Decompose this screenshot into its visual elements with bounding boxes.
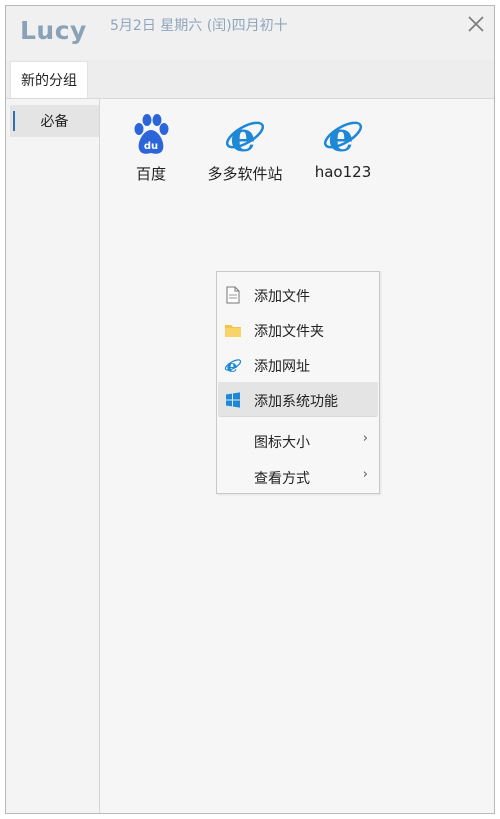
menu-item-label: 图标大小 (254, 435, 310, 451)
selection-indicator (13, 111, 15, 131)
ie-icon: e (223, 113, 267, 157)
folder-icon (224, 321, 242, 339)
close-button[interactable] (464, 12, 488, 36)
svg-text:e: e (227, 357, 238, 374)
menu-item-label: 查看方式 (254, 471, 310, 487)
shortcut-baidu[interactable]: du 百度 (106, 113, 196, 193)
group-tab-strip: 新的分组 (6, 60, 494, 99)
close-icon (468, 16, 484, 32)
svg-text:e: e (230, 114, 255, 157)
sidebar-item-label: 必备 (40, 114, 69, 130)
shortcut-hao123[interactable]: e hao123 (298, 113, 388, 193)
sidebar: 必备 (6, 99, 100, 813)
menu-item-label: 添加网址 (254, 359, 310, 375)
baidu-icon: du (129, 113, 173, 157)
windows-icon (224, 391, 242, 409)
shortcut-label: hao123 (314, 163, 372, 181)
menu-item-add-file[interactable]: 添加文件 (218, 277, 378, 311)
tab-new-group[interactable]: 新的分组 (10, 61, 88, 98)
shortcut-duoduo[interactable]: e 多多软件站 (200, 113, 290, 193)
sidebar-item-essentials[interactable]: 必备 (10, 105, 99, 137)
app-title: Lucy (20, 16, 87, 45)
chevron-right-icon: › (362, 467, 368, 482)
menu-item-label: 添加文件夹 (254, 324, 324, 340)
menu-item-icon-size[interactable]: 图标大小 › (218, 423, 378, 457)
menu-item-label: 添加系统功能 (254, 394, 338, 410)
svg-text:e: e (328, 114, 353, 157)
date-label: 5月2日 星期六 (闰)四月初十 (110, 18, 288, 34)
ie-icon: e (224, 356, 242, 374)
menu-item-add-system-function[interactable]: 添加系统功能 (218, 382, 378, 416)
menu-item-view-mode[interactable]: 查看方式 › (218, 459, 378, 493)
menu-item-add-url[interactable]: e 添加网址 (218, 347, 378, 381)
chevron-right-icon: › (362, 431, 368, 446)
shortcut-label: 百度 (135, 165, 166, 183)
menu-item-add-folder[interactable]: 添加文件夹 (218, 312, 378, 346)
menu-item-label: 添加文件 (254, 289, 310, 305)
shortcut-label: 多多软件站 (207, 165, 283, 183)
file-icon (224, 286, 242, 304)
svg-text:du: du (144, 141, 158, 152)
menu-separator (219, 416, 377, 417)
context-menu: 添加文件 添加文件夹 e 添加网址 添加系统功能 图标大小 › 查看方式 › (216, 271, 380, 494)
ie-icon: e (321, 113, 365, 157)
title-bar: Lucy 5月2日 星期六 (闰)四月初十 (6, 6, 494, 60)
